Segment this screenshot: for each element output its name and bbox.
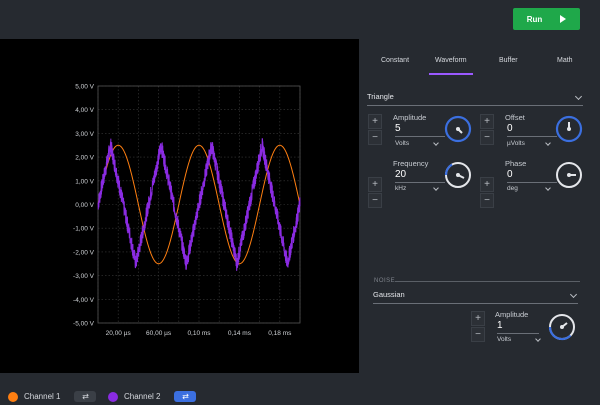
offset-increment-button[interactable]: +: [480, 114, 494, 129]
channel-1-color-dot: [8, 391, 18, 402]
chevron-down-icon: [569, 290, 578, 299]
tab-constant[interactable]: Constant: [381, 57, 409, 64]
chevron-down-icon: [545, 140, 551, 146]
x-tick-label: 0,18 ms: [268, 330, 292, 337]
run-button-label: Run: [526, 14, 543, 24]
noise-amplitude-unit-select[interactable]: Volts: [497, 336, 542, 347]
offset-unit-value: µVolts: [507, 140, 525, 147]
channel-2-color-dot: [108, 391, 118, 402]
x-tick-label: 20,00 µs: [106, 330, 132, 337]
tab-buffer[interactable]: Buffer: [499, 57, 518, 64]
phase-stepper: + −: [480, 177, 494, 208]
y-tick-label: 3,00 V: [75, 131, 94, 138]
phase-label: Phase: [505, 159, 527, 168]
frequency-unit-value: kHz: [395, 185, 407, 192]
offset-stepper: + −: [480, 114, 494, 145]
chevron-down-icon: [433, 140, 439, 146]
phase-unit-select[interactable]: deg: [507, 185, 552, 196]
y-tick-label: 4,00 V: [75, 107, 94, 114]
chevron-down-icon: [433, 185, 439, 191]
offset-unit-select[interactable]: µVolts: [507, 140, 552, 151]
noise-type-select[interactable]: Gaussian: [373, 290, 578, 304]
y-tick-label: -5,00 V: [73, 321, 95, 328]
noise-amplitude-input[interactable]: 1: [497, 320, 539, 334]
amplitude-decrement-button[interactable]: −: [368, 130, 382, 145]
noise-amplitude-knob[interactable]: [548, 313, 576, 341]
channel-1-toggle[interactable]: ⇄: [74, 391, 97, 402]
y-tick-label: 5,00 V: [75, 84, 94, 91]
chevron-down-icon: [574, 92, 583, 101]
oscilloscope-chart: 5,00 V 4,00 V 3,00 V 2,00 V 1,00 V 0,00 V -1,0…: [73, 84, 301, 337]
phase-unit-value: deg: [507, 185, 518, 192]
amplitude-label: Amplitude: [393, 113, 427, 122]
amplitude-unit-select[interactable]: Volts: [395, 140, 440, 151]
offset-knob[interactable]: [555, 115, 583, 143]
amplitude-stepper: + −: [368, 114, 382, 145]
y-tick-label: 1,00 V: [75, 178, 94, 185]
noise-amplitude-decrement-button[interactable]: −: [471, 327, 485, 342]
phase-input[interactable]: 0: [507, 169, 557, 183]
offset-decrement-button[interactable]: −: [480, 130, 494, 145]
x-tick-label: 0,10 ms: [187, 330, 211, 337]
chevron-down-icon: [545, 185, 551, 191]
noise-amplitude-unit-value: Volts: [497, 336, 512, 343]
tab-math[interactable]: Math: [557, 57, 573, 64]
chevron-down-icon: [535, 336, 541, 342]
noise-amplitude-label: Amplitude: [495, 310, 529, 319]
frequency-unit-select[interactable]: kHz: [395, 185, 440, 196]
noise-section-label: NOISE: [374, 278, 396, 284]
y-tick-label: -1,00 V: [73, 226, 95, 233]
amplitude-unit-value: Volts: [395, 140, 410, 147]
channel-1-label: Channel 1: [24, 392, 61, 401]
frequency-increment-button[interactable]: +: [368, 177, 382, 192]
waveform-panel: Constant Waveform Buffer Math Triangle +…: [359, 39, 600, 373]
amplitude-knob[interactable]: [444, 115, 472, 143]
frequency-stepper: + −: [368, 177, 382, 208]
offset-input[interactable]: 0: [507, 123, 557, 137]
x-tick-label: 60,00 µs: [146, 330, 172, 337]
channel-2-toggle[interactable]: ⇄: [174, 391, 197, 402]
noise-amplitude-increment-button[interactable]: +: [471, 311, 485, 326]
y-tick-label: -2,00 V: [73, 249, 95, 256]
channel-2-label: Channel 2: [124, 392, 161, 401]
channel-bar: Channel 1 ⇄ Channel 2 ⇄: [0, 373, 600, 405]
y-tick-label: 2,00 V: [75, 155, 94, 162]
waveform-type-select[interactable]: Triangle: [367, 92, 583, 106]
noise-divider: [395, 281, 580, 282]
frequency-label: Frequency: [393, 159, 429, 168]
frequency-input[interactable]: 20: [395, 169, 445, 183]
channel-1: Channel 1 ⇄: [8, 391, 97, 402]
phase-increment-button[interactable]: +: [480, 177, 494, 192]
phase-knob[interactable]: [555, 161, 583, 189]
channel-2: Channel 2 ⇄: [108, 391, 197, 402]
y-tick-label: 0,00 V: [75, 202, 94, 209]
x-tick-label: 0,14 ms: [228, 330, 252, 337]
waveform-type-value: Triangle: [367, 92, 394, 101]
y-tick-label: -4,00 V: [73, 297, 95, 304]
tab-bar: Constant Waveform Buffer Math: [359, 57, 600, 75]
noise-amplitude-stepper: + −: [471, 311, 485, 342]
phase-decrement-button[interactable]: −: [480, 193, 494, 208]
frequency-decrement-button[interactable]: −: [368, 193, 382, 208]
oscilloscope-plot[interactable]: 5,00 V 4,00 V 3,00 V 2,00 V 1,00 V 0,00 V -1,0…: [0, 39, 359, 373]
run-button[interactable]: Run: [513, 8, 580, 30]
frequency-knob[interactable]: [444, 161, 472, 189]
offset-label: Offset: [505, 113, 525, 122]
play-icon: [560, 15, 567, 23]
top-toolbar: Run: [0, 0, 600, 39]
noise-type-value: Gaussian: [373, 290, 405, 299]
y-tick-label: -3,00 V: [73, 273, 95, 280]
tab-waveform[interactable]: Waveform: [429, 57, 473, 75]
amplitude-increment-button[interactable]: +: [368, 114, 382, 129]
amplitude-input[interactable]: 5: [395, 123, 445, 137]
